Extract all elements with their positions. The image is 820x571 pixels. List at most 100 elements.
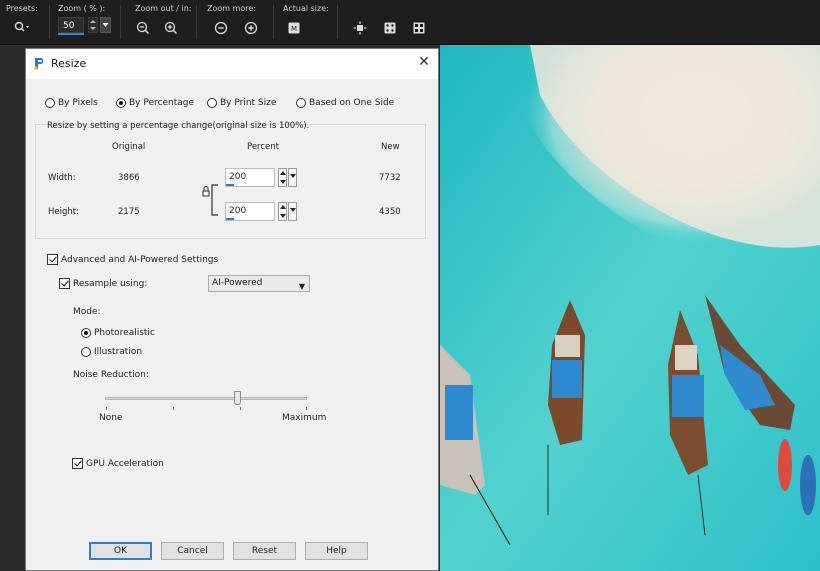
radio-by-pixels[interactable]: By Pixels <box>45 98 98 108</box>
ok-button[interactable]: OK <box>89 542 152 560</box>
header-percent: Percent <box>247 142 279 152</box>
resample-checkbox[interactable]: Resample using: <box>59 278 147 289</box>
height-percent-spinner[interactable] <box>278 202 287 221</box>
height-percent-input[interactable]: 200 <box>225 202 275 221</box>
toolbar-divider <box>273 5 274 39</box>
close-icon[interactable]: ✕ <box>417 55 431 69</box>
checkbox-label: Advanced and AI-Powered Settings <box>61 254 219 265</box>
width-percent-dropdown[interactable] <box>288 168 297 187</box>
zoom-dropdown-button[interactable] <box>100 17 111 33</box>
presets-label: Presets: <box>6 4 38 13</box>
radio-by-percentage[interactable]: By Percentage <box>116 98 194 108</box>
radio-illustration[interactable]: Illustration <box>81 347 142 357</box>
width-label: Width: <box>48 173 76 183</box>
checkbox-label: Resample using: <box>73 278 148 289</box>
zoom-label: Zoom ( % ): <box>58 4 106 13</box>
actual-size-group: Actual size: M <box>283 0 339 44</box>
radio-button[interactable] <box>116 98 126 108</box>
hint-text: Resize by setting a percentage change(or… <box>47 121 310 131</box>
noise-reduction-slider[interactable] <box>105 397 307 400</box>
gpu-acceleration-checkbox[interactable]: GPU Acceleration <box>72 458 164 469</box>
resize-dialog: Resize ✕ By Pixels By Percentage By Prin… <box>25 48 439 571</box>
reset-button[interactable]: Reset <box>233 542 296 560</box>
actual-size-label: Actual size: <box>283 4 329 13</box>
checkbox[interactable] <box>59 278 70 289</box>
width-percent-input[interactable]: 200 <box>225 168 275 187</box>
height-percent-value: 200 <box>229 206 247 216</box>
radio-based-on-one-side[interactable]: Based on One Side <box>296 98 394 108</box>
zoom-outin-group: Zoom out / in: <box>135 0 205 44</box>
width-percent-value: 200 <box>229 172 247 182</box>
height-percent-dropdown[interactable] <box>288 202 297 221</box>
radio-label: Based on One Side <box>309 98 395 108</box>
zoom-in-icon[interactable] <box>163 20 179 36</box>
slider-tick <box>173 407 174 410</box>
select-value: AI-Powered <box>212 278 263 288</box>
height-label: Height: <box>48 207 79 217</box>
zoom-input[interactable]: 50 <box>58 17 84 33</box>
radio-photorealistic[interactable]: Photorealistic <box>81 328 155 338</box>
magnifier-dropdown-icon[interactable] <box>14 19 30 35</box>
pan-icon[interactable] <box>411 20 427 36</box>
width-new: 7732 <box>379 173 401 183</box>
slider-tick <box>306 407 307 410</box>
radio-button[interactable] <box>81 347 91 357</box>
fill-icon[interactable] <box>382 20 398 36</box>
height-new: 4350 <box>379 207 401 217</box>
width-percent-spinner[interactable] <box>278 168 287 187</box>
toolbar-divider <box>120 5 121 39</box>
advanced-settings-checkbox[interactable]: Advanced and AI-Powered Settings <box>47 254 218 265</box>
slider-min-label: None <box>99 413 123 423</box>
checkbox[interactable] <box>47 254 58 265</box>
toolbar-divider <box>49 5 50 39</box>
slider-tick <box>240 407 241 410</box>
dialog-title: Resize <box>51 57 87 70</box>
actual-size-icon[interactable]: M <box>286 20 302 36</box>
radio-label: By Pixels <box>58 98 98 108</box>
zoom-spinner[interactable] <box>88 17 98 33</box>
radio-button[interactable] <box>207 98 217 108</box>
radio-label: By Print Size <box>220 98 277 108</box>
svg-text:M: M <box>291 25 297 33</box>
presets-group: Presets: <box>6 0 50 44</box>
zoom-more-in-icon[interactable] <box>243 20 259 36</box>
zoom-more-group: Zoom more: <box>207 0 277 44</box>
input-focus-underline <box>226 218 234 220</box>
zoom-input-underline <box>58 33 84 35</box>
toolbar-divider <box>196 5 197 39</box>
help-button[interactable]: Help <box>305 542 368 560</box>
slider-max-label: Maximum <box>282 413 327 423</box>
radio-button[interactable] <box>45 98 55 108</box>
zoom-more-out-icon[interactable] <box>213 20 229 36</box>
app-logo-icon <box>33 57 45 70</box>
radio-label: By Percentage <box>129 98 194 108</box>
radio-by-print-size[interactable]: By Print Size <box>207 98 276 108</box>
checkbox-label: GPU Acceleration <box>86 458 164 469</box>
resample-method-select[interactable]: AI-Powered ▼ <box>208 275 310 292</box>
header-original: Original <box>112 142 146 152</box>
chevron-down-icon: ▼ <box>298 282 305 291</box>
slider-tick <box>106 407 107 410</box>
dialog-titlebar[interactable]: Resize ✕ <box>26 49 438 79</box>
height-original: 2175 <box>118 207 140 217</box>
input-focus-underline <box>226 184 234 186</box>
fit-icon[interactable] <box>352 20 368 36</box>
radio-label: Photorealistic <box>94 328 155 338</box>
image-canvas[interactable] <box>440 45 820 571</box>
header-new: New <box>381 142 400 152</box>
zoom-out-icon[interactable] <box>135 20 151 36</box>
toolbar-divider <box>337 5 338 39</box>
mode-label: Mode: <box>73 307 101 317</box>
slider-thumb[interactable] <box>234 391 241 405</box>
radio-button[interactable] <box>81 328 91 338</box>
beach-photo <box>440 45 820 571</box>
checkbox[interactable] <box>72 458 83 469</box>
width-original: 3866 <box>118 173 140 183</box>
aspect-lock-icon[interactable] <box>202 179 220 224</box>
radio-button[interactable] <box>296 98 306 108</box>
zoom-more-label: Zoom more: <box>207 4 257 13</box>
cancel-button[interactable]: Cancel <box>161 542 224 560</box>
top-toolbar: Presets: Zoom ( % ): 50 Zoom out / in: Z… <box>0 0 820 45</box>
radio-label: Illustration <box>94 347 143 357</box>
noise-reduction-label: Noise Reduction: <box>73 370 149 380</box>
